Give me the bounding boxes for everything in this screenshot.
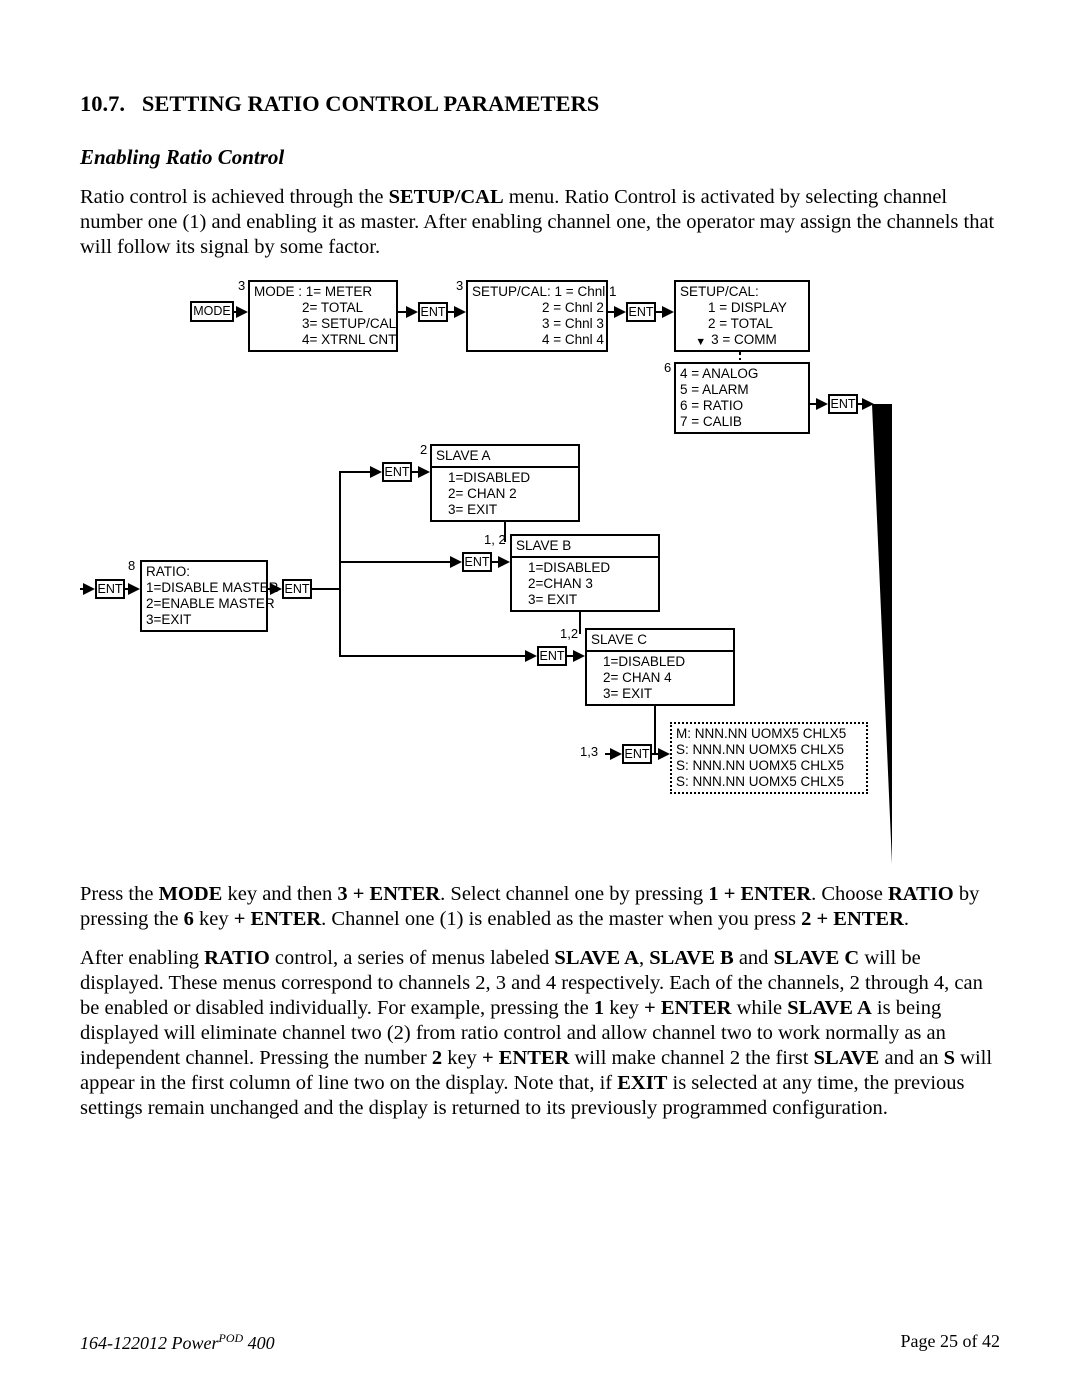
footer-right: Page 25 of 42	[901, 1331, 1000, 1355]
ratio-menu[interactable]: RATIO: 1=DISABLE MASTER 2=ENABLE MASTER …	[140, 560, 268, 632]
enter-button[interactable]: ENT	[622, 744, 652, 764]
section-heading: 10.7. SETTING RATIO CONTROL PARAMETERS	[80, 90, 1000, 117]
enter-button[interactable]: ENT	[282, 579, 312, 599]
menu-item: 1= METER	[306, 284, 372, 299]
menu-item: 2 = Chnl 2	[472, 300, 602, 316]
menu-step-number: 6	[664, 360, 671, 376]
menu-title: SLAVE C	[587, 630, 733, 652]
menu-item: 3= EXIT	[436, 502, 574, 518]
menu-item: 1=DISABLED	[516, 560, 654, 576]
menu-step-number: 1,3	[580, 744, 598, 760]
setupcal-options-top[interactable]: SETUP/CAL: 1 = DISPLAY 2 = TOTAL ▼ 3 = C…	[674, 280, 810, 352]
menu-item: 2= TOTAL	[254, 300, 392, 316]
menu-item: 1 = Chnl 1	[555, 284, 617, 299]
menu-step-number: 1,2	[560, 626, 578, 642]
slave-a-menu[interactable]: SLAVE A 1=DISABLED 2= CHAN 2 3= EXIT	[430, 444, 580, 522]
intro-text: Ratio control is achieved through the	[80, 186, 389, 208]
menu-item: 2 = TOTAL	[680, 316, 804, 332]
intro-paragraph: Ratio control is achieved through the SE…	[80, 185, 1000, 260]
menu-step-number: 8	[128, 558, 135, 574]
menu-item: 6 = RATIO	[680, 398, 804, 414]
menu-item: 3 = Chnl 3	[472, 316, 602, 332]
setupcal-options-bottom[interactable]: 4 = ANALOG 5 = ALARM 6 = RATIO 7 = CALIB	[674, 362, 810, 434]
menu-step-number: 1, 2	[484, 532, 506, 548]
menu-item: 7 = CALIB	[680, 414, 804, 430]
menu-step-number: 2	[420, 442, 427, 458]
enter-button[interactable]: ENT	[462, 552, 492, 572]
page: 10.7. SETTING RATIO CONTROL PARAMETERS E…	[0, 0, 1080, 1397]
mode-button[interactable]: MODE	[190, 301, 234, 322]
menu-item: 1=DISABLED	[591, 654, 729, 670]
enter-button[interactable]: ENT	[382, 462, 412, 482]
enter-button[interactable]: ENT	[828, 394, 858, 414]
display-line: S: NNN.NN UOMX5 CHLX5	[676, 774, 862, 790]
setupcal-channel-menu[interactable]: SETUP/CAL: 1 = Chnl 1 2 = Chnl 2 3 = Chn…	[466, 280, 608, 352]
section-title: SETTING RATIO CONTROL PARAMETERS	[142, 91, 599, 116]
enter-button[interactable]: ENT	[537, 646, 567, 666]
menu-title: SETUP/CAL:	[680, 284, 804, 300]
menu-item: 2=ENABLE MASTER	[146, 596, 262, 612]
instructions-paragraph-1: Press the MODE key and then 3 + ENTER. S…	[80, 882, 1000, 932]
menu-item: 2=CHAN 3	[516, 576, 654, 592]
slave-c-menu[interactable]: SLAVE C 1=DISABLED 2= CHAN 4 3= EXIT	[585, 628, 735, 706]
footer-left: 164-122012 PowerPOD 400	[80, 1331, 275, 1355]
slave-b-menu[interactable]: SLAVE B 1=DISABLED 2=CHAN 3 3= EXIT	[510, 534, 660, 612]
menu-title: MODE :	[254, 284, 302, 299]
display-line: M: NNN.NN UOMX5 CHLX5	[676, 726, 862, 742]
menu-item: 4= XTRNL CNT	[254, 332, 392, 348]
menu-item: 3= EXIT	[591, 686, 729, 702]
enter-button[interactable]: ENT	[626, 302, 656, 322]
menu-item: 1 = DISPLAY	[680, 300, 804, 316]
page-footer: 164-122012 PowerPOD 400 Page 25 of 42	[80, 1331, 1000, 1355]
menu-item: 3=EXIT	[146, 612, 262, 628]
menu-title: SLAVE A	[432, 446, 578, 468]
menu-item: 3= EXIT	[516, 592, 654, 608]
display-line: S: NNN.NN UOMX5 CHLX5	[676, 758, 862, 774]
menu-item: 5 = ALARM	[680, 382, 804, 398]
menu-item: 2= CHAN 4	[591, 670, 729, 686]
menu-item: 4 = ANALOG	[680, 366, 804, 382]
menu-item: 2= CHAN 2	[436, 486, 574, 502]
instructions-paragraph-2: After enabling RATIO control, a series o…	[80, 946, 1000, 1121]
section-subtitle: Enabling Ratio Control	[80, 145, 1000, 171]
menu-flow-diagram: MODE MODE : 1= METER 2= TOTAL 3= SETUP/C…	[80, 274, 1000, 864]
menu-item: 1=DISABLED	[436, 470, 574, 486]
menu-title: RATIO:	[146, 564, 262, 580]
menu-title: SLAVE B	[512, 536, 658, 558]
menu-title: SETUP/CAL:	[472, 284, 551, 299]
enter-button[interactable]: ENT	[95, 579, 125, 599]
menu-item: 4 = Chnl 4	[472, 332, 602, 348]
menu-step-number: 3	[456, 278, 463, 294]
menu-name: SETUP/CAL	[389, 186, 504, 208]
display-line: S: NNN.NN UOMX5 CHLX5	[676, 742, 862, 758]
section-number: 10.7.	[80, 91, 125, 116]
enter-button[interactable]: ENT	[418, 302, 448, 322]
menu-item: 3= SETUP/CAL	[254, 316, 392, 332]
menu-step-number: 3	[238, 278, 245, 294]
display-readout: M: NNN.NN UOMX5 CHLX5 S: NNN.NN UOMX5 CH…	[670, 722, 868, 794]
menu-item: ▼ 3 = COMM	[680, 332, 804, 348]
chevron-down-icon: ▼	[695, 336, 706, 349]
mode-menu[interactable]: MODE : 1= METER 2= TOTAL 3= SETUP/CAL 4=…	[248, 280, 398, 352]
menu-item: 1=DISABLE MASTER	[146, 580, 262, 596]
